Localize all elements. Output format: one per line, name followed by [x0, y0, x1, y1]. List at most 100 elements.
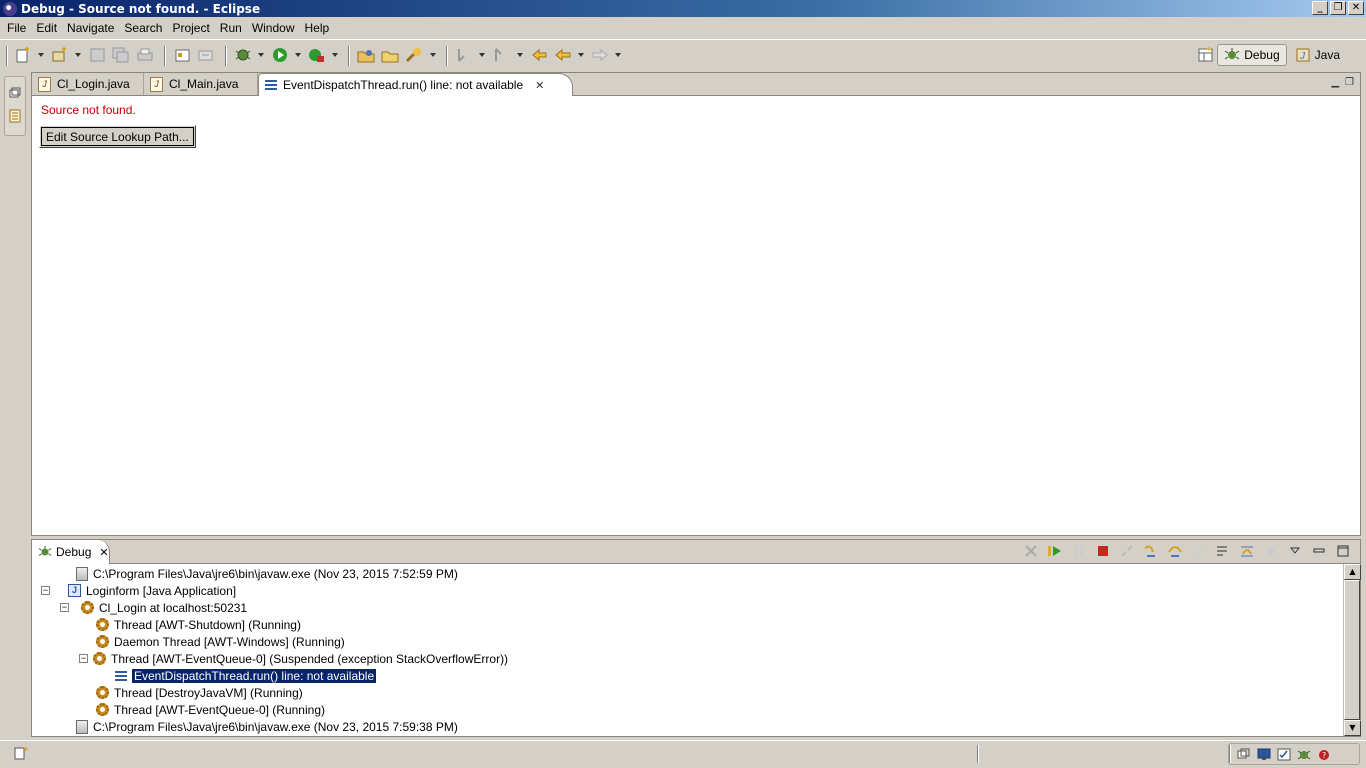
drop-to-frame-icon[interactable]: [1214, 543, 1232, 559]
tree-item-label: Cl_Login at localhost:50231: [99, 600, 248, 615]
forward-dropdown-icon: [615, 53, 621, 57]
back-dropdown-icon[interactable]: [578, 53, 584, 57]
java-perspective-button[interactable]: J Java: [1289, 44, 1346, 66]
debug-target-icon: [81, 601, 94, 614]
tree-item-stack-frame[interactable]: EventDispatchThread.run() line: not avai…: [115, 667, 378, 684]
terminate-icon[interactable]: [1094, 543, 1112, 559]
minimize-button[interactable]: _: [1312, 1, 1328, 15]
maximize-view-icon[interactable]: ❐: [1345, 77, 1354, 88]
running-thread-icon: [96, 703, 109, 716]
new-icon[interactable]: [14, 47, 32, 63]
scroll-up-button[interactable]: ▲: [1344, 564, 1361, 580]
external-tools-dropdown-icon[interactable]: [332, 53, 338, 57]
minimize-view-icon[interactable]: ▁: [1331, 77, 1339, 88]
debug-dropdown-icon[interactable]: [258, 53, 264, 57]
search-tool-icon[interactable]: [405, 47, 423, 63]
menu-window[interactable]: Window: [247, 21, 300, 35]
open-folder-icon[interactable]: [381, 47, 399, 63]
menu-help[interactable]: Help: [300, 21, 335, 35]
tree-item-thread[interactable]: Daemon Thread [AWT-Windows] (Running): [96, 633, 345, 650]
scroll-thumb[interactable]: [1344, 580, 1360, 720]
open-perspective-icon[interactable]: [1197, 47, 1215, 63]
tree-item-java-application[interactable]: − J Loginform [Java Application]: [41, 582, 236, 599]
tree-item-label: C:\Program Files\Java\jre6\bin\javaw.exe…: [93, 566, 458, 581]
tab-cl-main[interactable]: J Cl_Main.java: [144, 73, 258, 95]
tree-item-process[interactable]: C:\Program Files\Java\jre6\bin\javaw.exe…: [76, 718, 458, 735]
restore-view-icon[interactable]: [9, 87, 21, 99]
back-icon[interactable]: [554, 47, 572, 63]
main-toolbar: [0, 39, 1366, 71]
suspend-icon: [1070, 543, 1088, 559]
tree-item-process[interactable]: C:\Program Files\Java\jre6\bin\javaw.exe…: [76, 565, 458, 582]
maximize-view-icon[interactable]: [1334, 543, 1352, 559]
java-file-icon: J: [150, 76, 163, 92]
menu-project[interactable]: Project: [167, 21, 214, 35]
menu-navigate[interactable]: Navigate: [62, 21, 119, 35]
restore-view-icon[interactable]: [1237, 748, 1251, 761]
close-tab-icon[interactable]: ✕: [535, 79, 544, 92]
close-button[interactable]: ✕: [1348, 1, 1364, 15]
menu-bar: File Edit Navigate Search Project Run Wi…: [0, 18, 334, 38]
suspended-thread-icon: [93, 652, 106, 665]
editor-area: J Cl_Login.java J Cl_Main.java EventDisp…: [31, 72, 1361, 536]
restore-button[interactable]: ❐: [1330, 1, 1346, 15]
tree-item-debug-target[interactable]: − Cl_Login at localhost:50231: [60, 599, 247, 616]
tasks-view-icon[interactable]: [1277, 748, 1291, 761]
collapse-toggle[interactable]: −: [41, 586, 50, 595]
new-package-dropdown-icon[interactable]: [75, 53, 81, 57]
running-thread-icon: [96, 686, 109, 699]
vertical-scrollbar[interactable]: ▲ ▼: [1343, 564, 1361, 736]
tree-item-label: Loginform [Java Application]: [86, 583, 237, 598]
tree-item-thread[interactable]: Thread [AWT-EventQueue-0] (Running): [96, 701, 325, 718]
save-all-icon: [112, 47, 129, 63]
new-package-icon[interactable]: [51, 47, 69, 63]
view-menu-icon[interactable]: [1286, 543, 1304, 559]
minimize-view-icon[interactable]: [1310, 543, 1328, 559]
collapse-toggle[interactable]: −: [60, 603, 69, 612]
close-tab-icon[interactable]: ✕: [99, 546, 108, 559]
next-annotation-dropdown-icon: [479, 53, 485, 57]
debug-view-icon[interactable]: [1297, 748, 1311, 761]
tree-item-suspended-thread[interactable]: − Thread [AWT-EventQueue-0] (Suspended (…: [79, 650, 508, 667]
tab-debug[interactable]: Debug ✕: [32, 540, 110, 564]
debug-perspective-icon: [1224, 48, 1240, 60]
tab-event-dispatch-thread[interactable]: EventDispatchThread.run() line: not avai…: [258, 73, 574, 96]
external-tools-icon[interactable]: [307, 47, 325, 63]
resume-icon[interactable]: [1046, 543, 1064, 559]
tree-item-thread[interactable]: Thread [DestroyJavaVM] (Running): [96, 684, 303, 701]
outline-view-icon[interactable]: [9, 109, 21, 123]
console-view-icon[interactable]: [1257, 748, 1271, 761]
svg-text:J: J: [1299, 51, 1306, 62]
menu-search[interactable]: Search: [119, 21, 167, 35]
new-java-project-icon[interactable]: [357, 47, 375, 63]
menu-run[interactable]: Run: [215, 21, 247, 35]
tab-cl-login[interactable]: J Cl_Login.java: [32, 73, 144, 95]
edit-source-lookup-button[interactable]: Edit Source Lookup Path...: [39, 125, 196, 148]
eclipse-icon: [3, 1, 17, 16]
debug-perspective-button[interactable]: Debug: [1217, 44, 1287, 66]
debug-toolbar: [1022, 543, 1352, 559]
breakpoints-view-icon[interactable]: ?: [1317, 748, 1331, 761]
new-dropdown-icon[interactable]: [38, 53, 44, 57]
tree-item-label: Thread [AWT-EventQueue-0] (Suspended (ex…: [111, 651, 509, 666]
fast-view-icon[interactable]: [14, 746, 30, 760]
stack-frame-icon: [265, 80, 277, 90]
collapse-toggle[interactable]: −: [79, 654, 88, 663]
run-dropdown-icon[interactable]: [295, 53, 301, 57]
java-perspective-label: Java: [1314, 48, 1340, 62]
java-app-icon: J: [68, 584, 81, 597]
search-dropdown-icon[interactable]: [430, 53, 436, 57]
last-edit-location-icon[interactable]: [530, 47, 548, 63]
step-into-icon[interactable]: [1142, 543, 1160, 559]
menu-file[interactable]: File: [2, 21, 31, 35]
run-icon[interactable]: [271, 47, 289, 63]
tree-item-thread[interactable]: Thread [AWT-Shutdown] (Running): [96, 616, 301, 633]
menu-edit[interactable]: Edit: [31, 21, 62, 35]
debug-icon[interactable]: [234, 47, 252, 63]
open-type-icon[interactable]: [174, 47, 192, 63]
use-step-filters-icon[interactable]: [1238, 543, 1256, 559]
process-icon: [76, 719, 88, 734]
svg-text:?: ?: [1322, 751, 1326, 760]
scroll-down-button[interactable]: ▼: [1344, 720, 1361, 736]
step-over-icon[interactable]: [1166, 543, 1184, 559]
